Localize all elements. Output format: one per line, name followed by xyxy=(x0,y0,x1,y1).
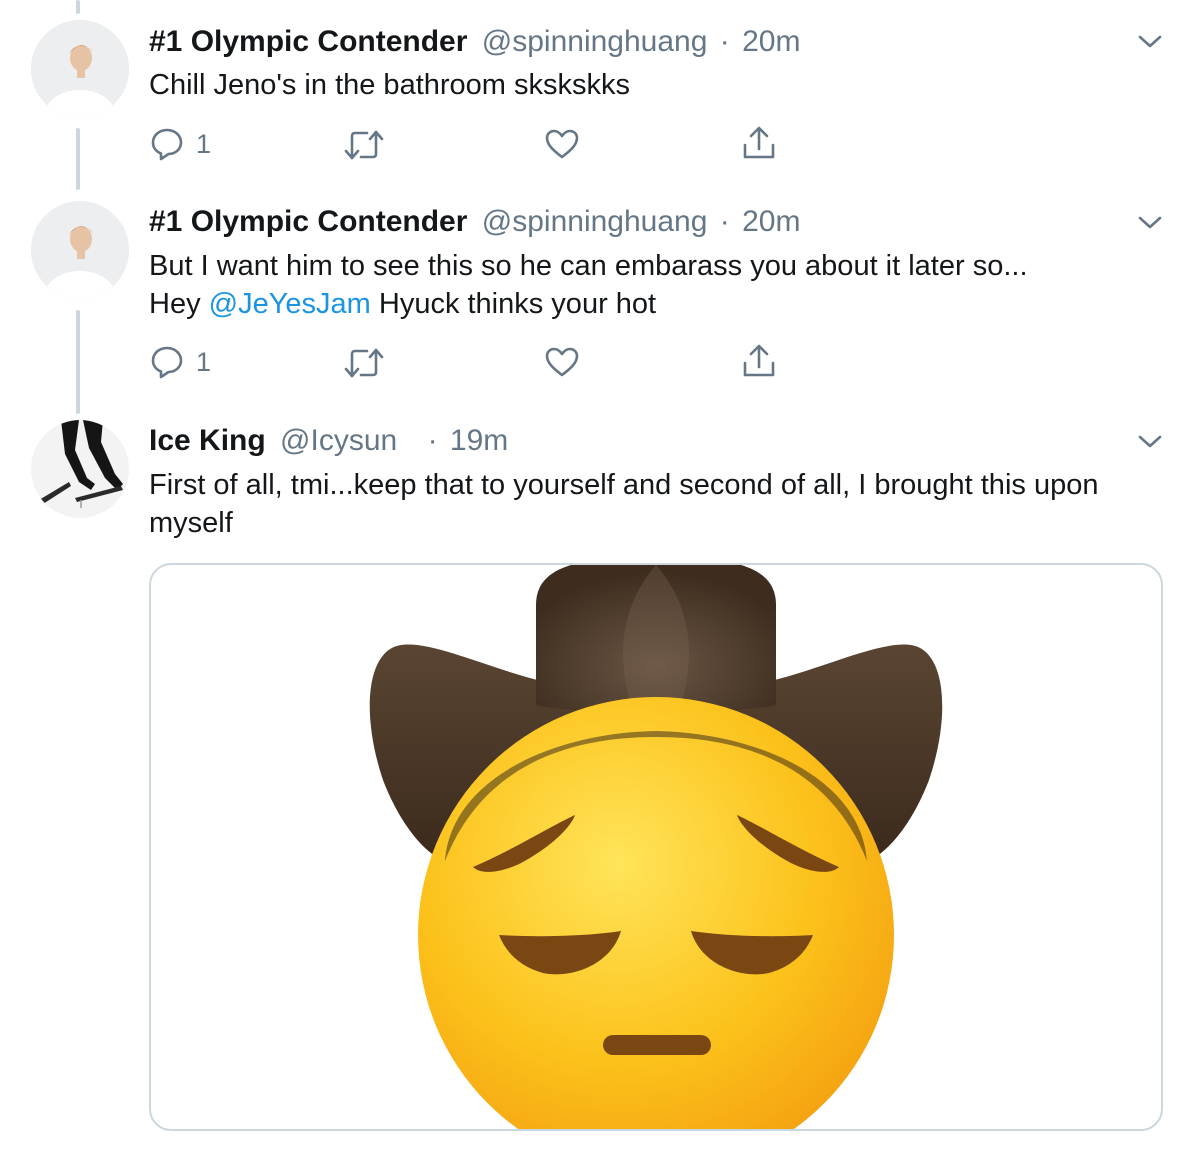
timestamp[interactable]: 19m xyxy=(450,424,508,457)
heart-icon xyxy=(545,129,579,159)
retweet-button[interactable] xyxy=(343,128,385,162)
share-button[interactable] xyxy=(741,125,777,161)
user-handle[interactable]: @spinninghuang xyxy=(482,205,708,238)
reply-icon xyxy=(151,346,183,379)
user-handle[interactable]: @Icysun xyxy=(280,424,397,457)
chevron-down-icon[interactable] xyxy=(1137,434,1163,450)
reply-button[interactable]: 1 xyxy=(150,127,211,161)
chevron-down-icon[interactable] xyxy=(1137,34,1163,50)
separator: · xyxy=(719,205,730,238)
user-handle[interactable]: @spinninghuang xyxy=(482,25,708,58)
display-name[interactable]: #1 Olympic Contender xyxy=(149,205,467,238)
tweet-text: But I want him to see this so he can emb… xyxy=(149,247,1159,323)
tweet-text: First of all, tmi...keep that to yoursel… xyxy=(149,469,1099,539)
tweet-header: #1 Olympic Contender @spinninghuang · 20… xyxy=(149,204,800,240)
share-button[interactable] xyxy=(741,343,777,379)
avatar[interactable] xyxy=(31,20,129,118)
tweet-text-line: Hey @JeYesJam Hyuck thinks your hot xyxy=(149,285,1159,323)
avatar[interactable] xyxy=(31,420,129,518)
tweet-header: Ice King @Icysun · 19m xyxy=(149,423,508,459)
retweet-icon xyxy=(344,348,384,378)
timestamp[interactable]: 20m xyxy=(742,25,800,58)
text-segment: Hyuck thinks your hot xyxy=(370,288,657,320)
reply-count: 1 xyxy=(196,129,212,159)
avatar[interactable] xyxy=(31,201,129,299)
mention-link[interactable]: @JeYesJam xyxy=(209,288,371,320)
tweet[interactable]: #1 Olympic Contender @spinninghuang · 20… xyxy=(0,0,1200,190)
timestamp[interactable]: 20m xyxy=(742,205,800,238)
heart-icon xyxy=(545,347,579,377)
reply-icon xyxy=(151,128,183,161)
text-segment: Hey xyxy=(149,288,209,320)
tweet-text: Chill Jeno's in the bathroom skskskks xyxy=(149,69,631,101)
reply-count: 1 xyxy=(196,347,212,377)
like-button[interactable] xyxy=(544,128,580,160)
like-button[interactable] xyxy=(544,346,580,378)
separator: · xyxy=(427,424,438,457)
pensive-cowboy-emoji-image xyxy=(369,565,943,1129)
display-name[interactable]: #1 Olympic Contender xyxy=(149,25,467,58)
reply-button[interactable]: 1 xyxy=(150,345,211,379)
share-icon xyxy=(743,126,775,159)
tweet[interactable]: #1 Olympic Contender @spinninghuang · 20… xyxy=(0,190,1200,410)
display-name[interactable]: Ice King xyxy=(149,424,266,457)
share-icon xyxy=(743,344,775,377)
media-image[interactable] xyxy=(149,563,1163,1131)
separator: · xyxy=(719,25,730,58)
retweet-button[interactable] xyxy=(343,346,385,380)
tweet-text-line: But I want him to see this so he can emb… xyxy=(149,250,1028,282)
retweet-icon xyxy=(344,130,384,160)
tweet-header: #1 Olympic Contender @spinninghuang · 20… xyxy=(149,24,800,60)
chevron-down-icon[interactable] xyxy=(1137,215,1163,231)
